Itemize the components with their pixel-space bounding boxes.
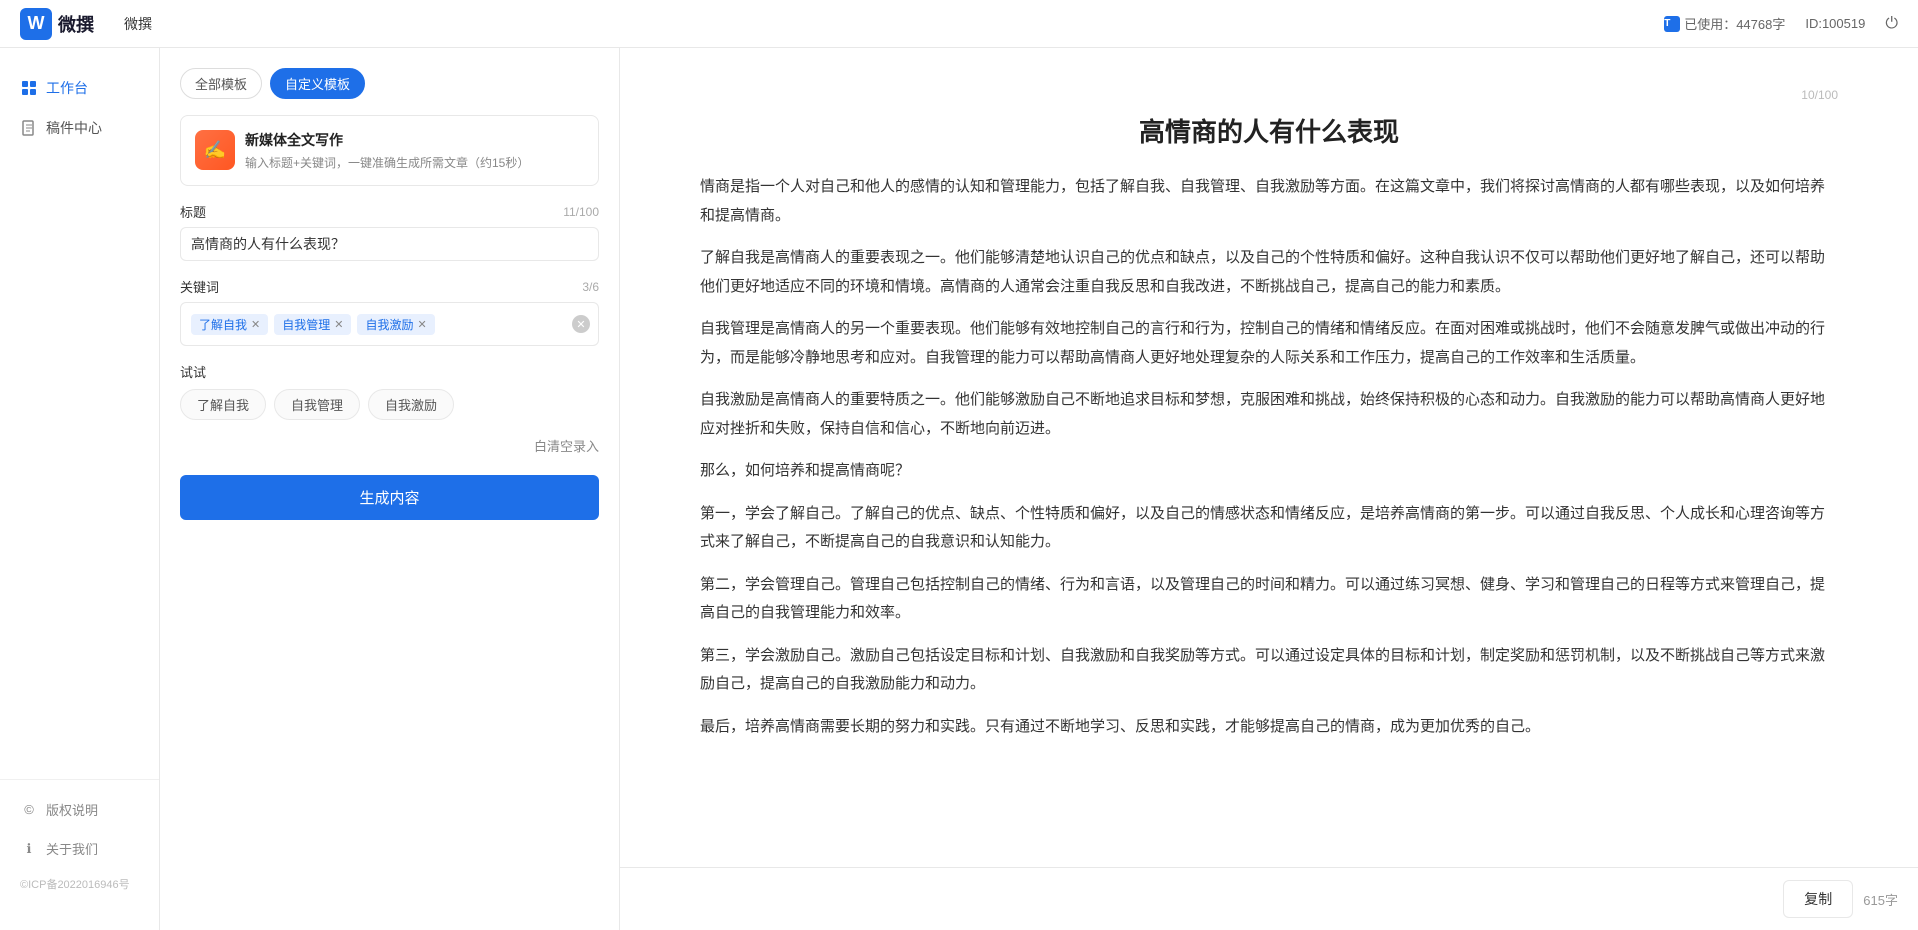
keyword-remove-1[interactable]: ✕ <box>251 318 260 331</box>
used-chars: T 已使用：44768字 <box>1664 14 1785 33</box>
topbar-title: 微撰 <box>124 14 152 34</box>
manuscripts-label: 稿件中心 <box>46 118 102 138</box>
sidebar-item-manuscripts[interactable]: 稿件中心 <box>0 108 159 148</box>
para-0: 情商是指一个人对自己和他人的感情的认知和管理能力，包括了解自我、自我管理、自我激… <box>700 173 1838 230</box>
article-counter: 10/100 <box>700 88 1838 102</box>
keywords-clear-btn[interactable]: ✕ <box>572 315 590 333</box>
bottom-action: 复制 615字 <box>620 867 1918 930</box>
sidebar-item-workspace[interactable]: 工作台 <box>0 68 159 108</box>
sidebar-item-about[interactable]: ℹ 关于我们 <box>0 829 159 868</box>
tab-custom-templates[interactable]: 自定义模板 <box>270 68 365 99</box>
title-input[interactable] <box>180 227 599 261</box>
topbar-right: T 已使用：44768字 ID:100519 ⏻ <box>1664 14 1898 33</box>
try-section: 试试 了解自我 自我管理 自我激励 <box>180 362 599 420</box>
logo: W 微撰 <box>20 8 94 40</box>
template-info: 新媒体全文写作 输入标题+关键词，一键准确生成所需文章（约15秒） <box>245 130 584 171</box>
para-7: 第三，学会激励自己。激励自己包括设定目标和计划、自我激励和自我奖励等方式。可以通… <box>700 642 1838 699</box>
word-count: 615字 <box>1863 890 1898 909</box>
article-area: 10/100 高情商的人有什么表现 情商是指一个人对自己和他人的感情的认知和管理… <box>620 48 1918 867</box>
user-id: ID:100519 <box>1805 16 1865 31</box>
para-5: 第一，学会了解自己。了解自己的优点、缺点、个性特质和偏好，以及自己的情感状态和情… <box>700 500 1838 557</box>
template-desc: 输入标题+关键词，一键准确生成所需文章（约15秒） <box>245 154 584 171</box>
template-name: 新媒体全文写作 <box>245 130 584 150</box>
t-icon: T <box>1664 16 1680 32</box>
title-section: 标题 11/100 <box>180 202 599 261</box>
sidebar-bottom: © 版权说明 ℹ 关于我们 ©ICP备2022016946号 <box>0 779 159 910</box>
template-card-icon: ✍ <box>195 130 235 170</box>
keyword-tag-1[interactable]: 了解自我 ✕ <box>191 314 268 335</box>
generate-button[interactable]: 生成内容 <box>180 475 599 520</box>
topbar-left: W 微撰 微撰 <box>20 8 152 40</box>
template-tabs: 全部模板 自定义模板 <box>180 68 599 99</box>
try-tag-3[interactable]: 自我激励 <box>368 389 454 420</box>
try-label: 试试 <box>180 362 599 381</box>
para-2: 自我管理是高情商人的另一个重要表现。他们能够有效地控制自己的言行和行为，控制自己… <box>700 315 1838 372</box>
icp-text: ©ICP备2022016946号 <box>0 868 159 900</box>
left-panel: 全部模板 自定义模板 ✍ 新媒体全文写作 输入标题+关键词，一键准确生成所需文章… <box>160 48 620 930</box>
para-6: 第二，学会管理自己。管理自己包括控制自己的情绪、行为和言语，以及管理自己的时间和… <box>700 571 1838 628</box>
keywords-label: 关键词 3/6 <box>180 277 599 296</box>
topbar: W 微撰 微撰 T 已使用：44768字 ID:100519 ⏻ <box>0 0 1918 48</box>
sidebar-item-copyright[interactable]: © 版权说明 <box>0 790 159 829</box>
tab-all-templates[interactable]: 全部模板 <box>180 68 262 99</box>
keyword-tag-3[interactable]: 自我激励 ✕ <box>357 314 434 335</box>
document-icon <box>20 119 38 137</box>
content-area: 全部模板 自定义模板 ✍ 新媒体全文写作 输入标题+关键词，一键准确生成所需文章… <box>160 48 1918 930</box>
keywords-count: 3/6 <box>582 280 599 294</box>
info-icon: ℹ <box>20 840 38 858</box>
title-label: 标题 11/100 <box>180 202 599 221</box>
copyright-icon: © <box>20 801 38 819</box>
para-3: 自我激励是高情商人的重要特质之一。他们能够激励自己不断地追求目标和梦想，克服困难… <box>700 386 1838 443</box>
clear-input-btn[interactable]: 白清空录入 <box>180 436 599 455</box>
try-tags: 了解自我 自我管理 自我激励 <box>180 389 599 420</box>
article-title: 高情商的人有什么表现 <box>700 112 1838 149</box>
sidebar: 工作台 稿件中心 © 版权说明 ℹ 关于我们 ©ICP备202 <box>0 48 160 930</box>
logo-text: 微撰 <box>58 11 94 37</box>
try-tag-1[interactable]: 了解自我 <box>180 389 266 420</box>
copy-button[interactable]: 复制 <box>1783 880 1853 918</box>
workspace-label: 工作台 <box>46 78 88 98</box>
para-1: 了解自我是高情商人的重要表现之一。他们能够清楚地认识自己的优点和缺点，以及自己的… <box>700 244 1838 301</box>
try-tag-2[interactable]: 自我管理 <box>274 389 360 420</box>
keyword-remove-2[interactable]: ✕ <box>334 318 343 331</box>
dashboard-icon <box>20 79 38 97</box>
keywords-box[interactable]: 了解自我 ✕ 自我管理 ✕ 自我激励 ✕ ✕ <box>180 302 599 346</box>
main-layout: 工作台 稿件中心 © 版权说明 ℹ 关于我们 ©ICP备202 <box>0 48 1918 930</box>
keywords-section: 关键词 3/6 了解自我 ✕ 自我管理 ✕ 自我激励 ✕ <box>180 277 599 346</box>
keyword-tag-2[interactable]: 自我管理 ✕ <box>274 314 351 335</box>
title-count: 11/100 <box>563 205 599 219</box>
right-panel: ◀ 10/100 高情商的人有什么表现 情商是指一个人对自己和他人的感情的认知和… <box>620 48 1918 930</box>
template-card[interactable]: ✍ 新媒体全文写作 输入标题+关键词，一键准确生成所需文章（约15秒） <box>180 115 599 186</box>
power-icon[interactable]: ⏻ <box>1885 15 1898 33</box>
logo-w-icon: W <box>20 8 52 40</box>
keyword-remove-3[interactable]: ✕ <box>417 318 426 331</box>
para-4: 那么，如何培养和提高情商呢？ <box>700 457 1838 486</box>
para-8: 最后，培养高情商需要长期的努力和实践。只有通过不断地学习、反思和实践，才能够提高… <box>700 713 1838 742</box>
about-label: 关于我们 <box>46 839 98 858</box>
copyright-label: 版权说明 <box>46 800 98 819</box>
article-body: 情商是指一个人对自己和他人的感情的认知和管理能力，包括了解自我、自我管理、自我激… <box>700 173 1838 741</box>
